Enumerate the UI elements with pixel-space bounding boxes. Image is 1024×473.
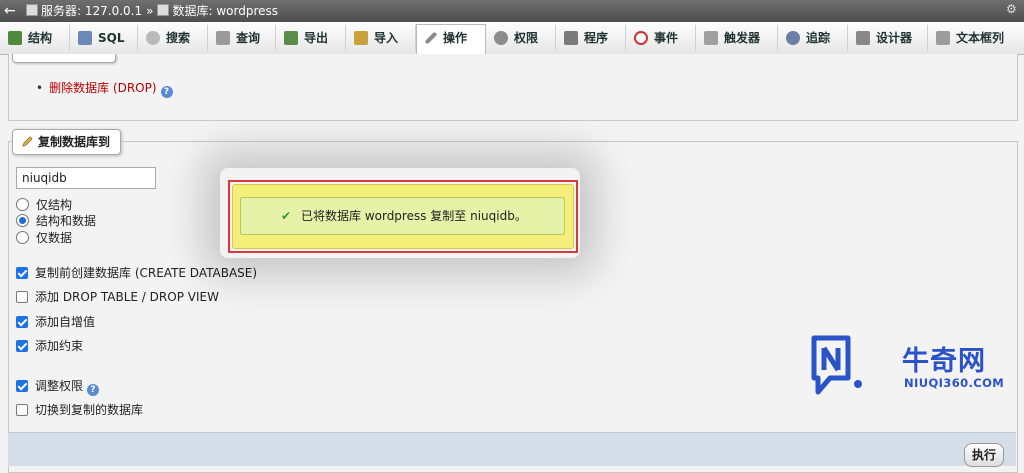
drop-database-item: • 删除数据库 (DROP)? <box>36 79 173 98</box>
tab-label: 导入 <box>374 31 399 45</box>
eye-icon <box>786 31 800 45</box>
tab-bar: 结构 SQL 搜索 查询 导出 导入 操作 权限 程序 事件 触发器 追踪 设计… <box>0 22 1024 55</box>
settings-corner-icon[interactable]: ⚙ <box>1006 2 1020 18</box>
tab-label: 追踪 <box>806 31 831 45</box>
wrench-icon <box>424 31 438 45</box>
tab-designer[interactable]: 设计器 <box>848 25 928 51</box>
clock-icon <box>634 31 648 45</box>
radio-button[interactable] <box>16 231 29 244</box>
tab-label: 程序 <box>584 31 609 45</box>
tab-label: 事件 <box>654 31 679 45</box>
execute-button[interactable]: 执行 <box>964 443 1004 467</box>
tab-label: 操作 <box>443 31 468 45</box>
tab-privileges[interactable]: 权限 <box>486 25 556 51</box>
checkbox[interactable] <box>16 340 28 352</box>
tab-operations[interactable]: 操作 <box>416 24 486 55</box>
checkbox-label: 添加 DROP TABLE / DROP VIEW <box>35 290 219 304</box>
privileges-icon <box>494 31 508 45</box>
help-icon[interactable]: ? <box>87 384 100 396</box>
designer-icon <box>856 31 870 45</box>
back-arrow-icon[interactable]: ← <box>4 2 20 20</box>
tab-text-columns[interactable]: 文本框列 <box>928 25 1024 51</box>
tab-label: 查询 <box>236 31 261 45</box>
checkbox-label: 调整权限 <box>35 379 84 393</box>
database-icon <box>157 4 170 16</box>
checkbox-add-constraints[interactable]: 添加约束 <box>16 338 83 354</box>
checkbox-add-auto-increment[interactable]: 添加自增值 <box>16 314 95 330</box>
radio-label: 仅数据 <box>36 231 73 245</box>
breadcrumb-database[interactable]: 数据库: wordpress <box>172 4 278 18</box>
radio-button[interactable] <box>16 198 29 211</box>
tab-tracking[interactable]: 追踪 <box>778 25 848 51</box>
radio-structure-only[interactable]: 仅结构 <box>16 197 72 213</box>
tab-label: 设计器 <box>876 31 913 45</box>
bullet-icon: • <box>36 81 44 95</box>
highlight-outline <box>228 180 578 253</box>
brand-n-logo-icon <box>811 335 862 395</box>
tab-label: 结构 <box>28 31 53 45</box>
import-icon <box>354 31 368 45</box>
drop-database-link[interactable]: 删除数据库 (DROP) <box>49 81 156 95</box>
tab-events[interactable]: 事件 <box>626 25 696 51</box>
tab-export[interactable]: 导出 <box>276 25 346 51</box>
query-icon <box>216 31 230 45</box>
export-icon <box>284 31 298 45</box>
tab-import[interactable]: 导入 <box>346 25 416 51</box>
tab-query[interactable]: 查询 <box>208 25 276 51</box>
tab-sql[interactable]: SQL <box>70 25 138 51</box>
checkbox[interactable] <box>16 267 28 279</box>
checkbox-switch-to-copied-db[interactable]: 切换到复制的数据库 <box>16 402 143 418</box>
checkbox-label: 添加约束 <box>35 339 84 353</box>
legend-label: 复制数据库到 <box>38 135 111 149</box>
checkbox-label: 切换到复制的数据库 <box>35 403 144 417</box>
tab-label: 文本框列 <box>956 31 1005 45</box>
breadcrumb-server[interactable]: 服务器: 127.0.0.1 <box>41 4 142 18</box>
radio-structure-and-data[interactable]: 结构和数据 <box>16 213 96 229</box>
sql-icon <box>78 31 92 45</box>
fieldset-legend-stub <box>12 54 116 63</box>
server-icon <box>26 4 38 16</box>
breadcrumb-bar: ← 服务器: 127.0.0.1 » 数据库: wordpress ⚙ <box>0 0 1024 22</box>
radio-label: 结构和数据 <box>36 214 97 228</box>
tab-label: 搜索 <box>166 31 191 45</box>
checkbox-create-database[interactable]: 复制前创建数据库 (CREATE DATABASE) <box>16 265 257 281</box>
checkbox-adjust-privileges[interactable]: 调整权限? <box>16 378 100 396</box>
checkbox[interactable] <box>16 404 28 416</box>
tab-routines[interactable]: 程序 <box>556 25 626 51</box>
form-footer <box>8 432 1016 466</box>
breadcrumb-separator: » <box>146 4 154 18</box>
watermark-cn: 牛奇网 <box>902 346 986 377</box>
help-icon[interactable]: ? <box>160 86 173 98</box>
tab-label: 权限 <box>514 31 539 45</box>
tab-structure[interactable]: 结构 <box>0 25 70 51</box>
checkbox[interactable] <box>16 380 28 392</box>
pencil-icon <box>22 136 33 147</box>
radio-label: 仅结构 <box>36 198 73 212</box>
tab-triggers[interactable]: 触发器 <box>696 25 778 51</box>
radio-button[interactable] <box>16 214 29 227</box>
routines-icon <box>564 31 578 45</box>
checkbox[interactable] <box>16 316 28 328</box>
checkbox[interactable] <box>16 291 28 303</box>
text-columns-icon <box>936 31 950 45</box>
tab-search[interactable]: 搜索 <box>138 25 208 51</box>
checkbox-label: 添加自增值 <box>35 315 96 329</box>
tab-label: SQL <box>98 31 125 45</box>
copy-database-legend: 复制数据库到 <box>12 129 122 155</box>
watermark-logo: 牛奇网 NIUQI360.COM <box>808 334 1018 398</box>
radio-data-only[interactable]: 仅数据 <box>16 230 72 246</box>
triggers-icon <box>704 31 718 45</box>
search-icon <box>146 31 160 45</box>
tab-label: 导出 <box>304 31 329 45</box>
checkbox-add-drop-table[interactable]: 添加 DROP TABLE / DROP VIEW <box>16 289 219 305</box>
watermark-en: NIUQI360.COM <box>904 376 1005 390</box>
new-database-name-input[interactable] <box>16 167 156 189</box>
structure-icon <box>8 31 22 45</box>
checkbox-label: 复制前创建数据库 (CREATE DATABASE) <box>35 266 258 280</box>
breadcrumb: 服务器: 127.0.0.1 » 数据库: wordpress <box>26 3 278 19</box>
tab-label: 触发器 <box>724 31 761 45</box>
